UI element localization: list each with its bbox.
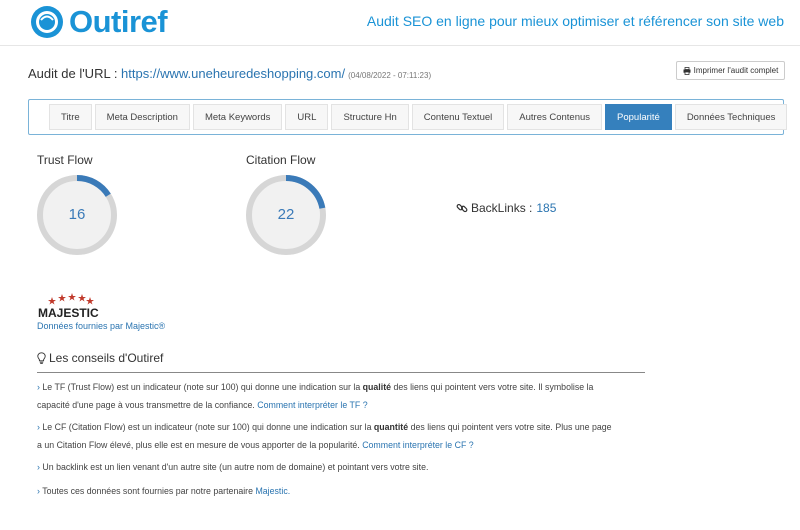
- advice-tf-text-c: des liens qui pointent vers votre site. …: [391, 382, 594, 392]
- tf-help-link[interactable]: Comment interpréter le TF ?: [257, 400, 367, 410]
- print-audit-button[interactable]: Imprimer l'audit complet: [676, 61, 785, 80]
- tab-meta-keywords[interactable]: Meta Keywords: [192, 104, 283, 130]
- trust-flow-value: 16: [68, 206, 86, 223]
- citation-flow-value: 22: [277, 206, 295, 223]
- advice-heading: Les conseils d'Outiref: [37, 351, 163, 365]
- chevron-right-icon: ›: [37, 486, 40, 496]
- trust-flow-label: Trust Flow: [37, 153, 93, 167]
- print-audit-label: Imprimer l'audit complet: [693, 66, 779, 75]
- page-header: Outiref Audit SEO en ligne pour mieux op…: [0, 0, 800, 46]
- audit-url-prefix: Audit de l'URL :: [28, 66, 122, 81]
- audit-url-line: Audit de l'URL : https://www.uneheuredes…: [28, 66, 431, 81]
- outiref-logo-icon: [31, 6, 63, 38]
- brand-name: Outiref: [69, 4, 168, 39]
- chevron-right-icon: ›: [37, 422, 40, 432]
- tab-popularit[interactable]: Popularité: [605, 104, 672, 130]
- citation-flow-label: Citation Flow: [246, 153, 316, 167]
- majestic-logo-text: MAJESTIC: [38, 306, 99, 320]
- advice-cf-text-a: Le CF (Citation Flow) est un indicateur …: [42, 422, 374, 432]
- tab-donn-es-techniques[interactable]: Données Techniques: [674, 104, 788, 130]
- majestic-logo: MAJESTIC: [38, 293, 99, 320]
- audit-tabs: Titre Meta Description Meta Keywords URL Str…: [49, 104, 790, 130]
- audit-date: (04/08/2022 - 07:11:23): [348, 71, 432, 80]
- advice-tf-bold: qualité: [362, 382, 392, 392]
- advice-backlink-text: Un backlink est un lien venant d'un autr…: [42, 462, 429, 472]
- tab-url[interactable]: URL: [285, 104, 329, 130]
- tab-structure-hn[interactable]: Structure Hn: [331, 104, 409, 130]
- link-icon: [456, 203, 468, 213]
- advice-divider: [37, 372, 645, 373]
- backlinks-stat: BackLinks : 185: [456, 201, 556, 215]
- tab-titre[interactable]: Titre: [49, 104, 92, 130]
- advice-tf: › Le TF (Trust Flow) est un indicateur (…: [37, 378, 657, 414]
- tab-contenu-textuel[interactable]: Contenu Textuel: [411, 104, 505, 130]
- advice-title: Les conseils d'Outiref: [49, 351, 164, 365]
- advice-tf-text-d: capacité d'une page à vous transmettre d…: [37, 400, 258, 410]
- majestic-attribution[interactable]: Données fournies par Majestic®: [37, 321, 165, 331]
- advice-source: › Toutes ces données sont fournies par n…: [37, 482, 657, 500]
- advice-cf-bold: quantité: [373, 422, 409, 432]
- advice-backlink: › Un backlink est un lien venant d'un au…: [37, 458, 657, 476]
- printer-icon: [683, 66, 691, 75]
- backlinks-value: 185: [536, 201, 557, 215]
- brand-logo[interactable]: Outiref: [30, 4, 168, 40]
- advice-cf-text-d: a un Citation Flow élevé, plus elle est …: [37, 440, 363, 450]
- advice-cf: › Le CF (Citation Flow) est un indicateu…: [37, 418, 657, 454]
- advice-source-text: Toutes ces données sont fournies par not…: [42, 486, 256, 496]
- chevron-right-icon: ›: [37, 462, 40, 472]
- advice-tf-text-a: Le TF (Trust Flow) est un indicateur (no…: [42, 382, 363, 392]
- tab-meta-description[interactable]: Meta Description: [94, 104, 190, 130]
- backlinks-label: BackLinks :: [471, 201, 533, 215]
- cf-help-link[interactable]: Comment interpréter le CF ?: [362, 440, 473, 450]
- advice-cf-text-c: des liens qui pointent vers votre site. …: [408, 422, 612, 432]
- site-tagline: Audit SEO en ligne pour mieux optimiser …: [366, 13, 784, 29]
- lightbulb-icon: [37, 352, 46, 364]
- majestic-link[interactable]: Majestic.: [255, 486, 290, 496]
- chevron-right-icon: ›: [37, 382, 40, 392]
- audit-url-link[interactable]: https://www.uneheuredeshopping.com/: [121, 66, 345, 81]
- tab-autres-contenus[interactable]: Autres Contenus: [507, 104, 603, 130]
